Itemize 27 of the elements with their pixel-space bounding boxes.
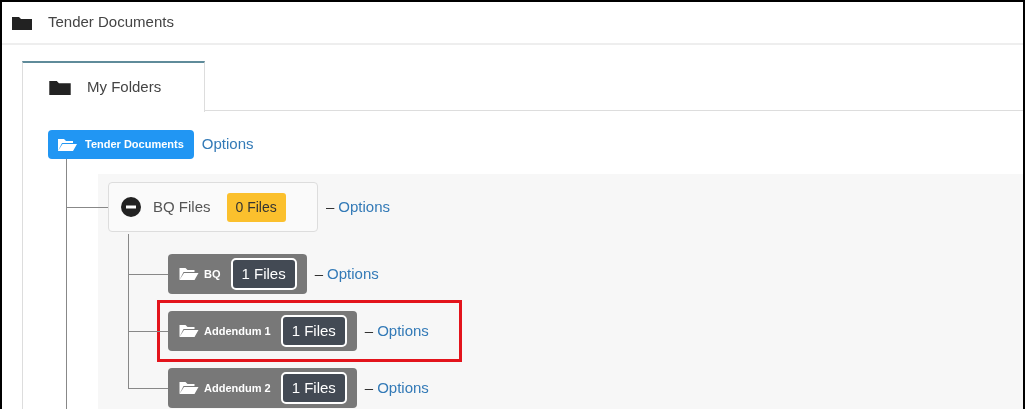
- folder-node[interactable]: BQ Files 0 Files: [108, 182, 318, 232]
- dash-separator: –: [326, 196, 335, 217]
- dash-separator: –: [314, 263, 324, 284]
- options-link[interactable]: Options: [377, 376, 429, 400]
- open-folder-icon: [178, 382, 200, 394]
- folder-node[interactable]: Addendum 1 1 Files: [168, 311, 357, 351]
- options-link[interactable]: Options: [338, 195, 391, 219]
- file-count-badge: 1 Files: [280, 371, 347, 405]
- open-folder-icon: [58, 138, 77, 151]
- options-link[interactable]: Options: [327, 262, 379, 286]
- folder-icon: [12, 15, 32, 30]
- file-count-badge: 1 Files: [280, 314, 347, 348]
- file-count-badge: 0 Files: [226, 192, 286, 222]
- options-link[interactable]: Options: [377, 319, 429, 343]
- file-count-badge: 1 Files: [230, 257, 297, 291]
- open-folder-icon: [178, 325, 200, 337]
- panel-title: Tender Documents: [48, 12, 174, 33]
- collapse-icon[interactable]: [121, 197, 141, 217]
- dash-separator: –: [364, 320, 374, 341]
- folder-node[interactable]: Addendum 2 1 Files: [168, 368, 357, 408]
- options-link[interactable]: Options: [201, 133, 254, 156]
- open-folder-icon: [178, 268, 200, 280]
- dash-separator: –: [364, 377, 374, 398]
- folder-icon: [49, 80, 71, 95]
- tab[interactable]: My Folders: [22, 61, 205, 112]
- root-folder-button[interactable]: Tender Documents: [48, 130, 194, 159]
- folder-node[interactable]: BQ 1 Files: [168, 254, 307, 294]
